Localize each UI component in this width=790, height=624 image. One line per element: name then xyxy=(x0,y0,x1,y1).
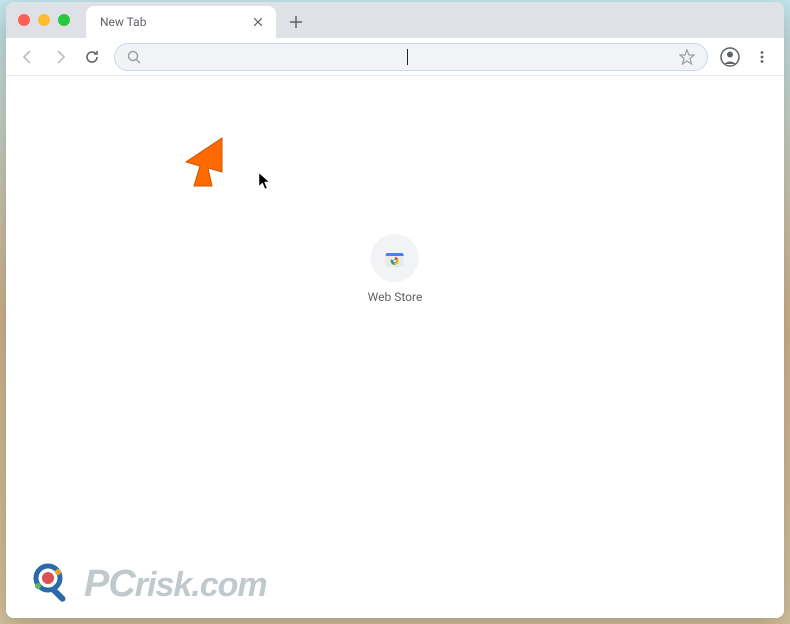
profile-button[interactable] xyxy=(716,43,744,71)
maximize-window-button[interactable] xyxy=(58,14,70,26)
tab-close-button[interactable] xyxy=(250,14,266,30)
new-tab-page: Web Store PCrisk.co xyxy=(6,76,784,618)
minimize-window-button[interactable] xyxy=(38,14,50,26)
new-tab-button[interactable] xyxy=(282,8,310,36)
back-button[interactable] xyxy=(14,43,42,71)
arrow-right-icon xyxy=(52,49,68,65)
web-store-icon xyxy=(383,246,407,270)
watermark-text-rest: risk.com xyxy=(135,566,267,604)
reload-button[interactable] xyxy=(78,43,106,71)
forward-button[interactable] xyxy=(46,43,74,71)
tab-title: New Tab xyxy=(100,15,146,29)
address-bar[interactable] xyxy=(114,43,708,71)
browser-tab[interactable]: New Tab xyxy=(86,6,276,38)
pointer-arrow-icon xyxy=(184,136,244,196)
shortcut-web-store[interactable]: Web Store xyxy=(368,234,423,304)
watermark-text: PCrisk.com xyxy=(84,563,267,606)
shortcut-label: Web Store xyxy=(368,290,423,304)
search-icon xyxy=(127,50,141,64)
browser-window: New Tab xyxy=(6,2,784,618)
reload-icon xyxy=(84,49,100,65)
close-icon xyxy=(254,18,262,26)
watermark-logo-icon xyxy=(30,560,78,608)
profile-icon xyxy=(720,47,740,67)
watermark-text-pc: PC xyxy=(84,563,135,605)
close-window-button[interactable] xyxy=(18,14,30,26)
watermark: PCrisk.com xyxy=(30,560,267,608)
shortcut-icon-container xyxy=(371,234,419,282)
bookmark-button[interactable] xyxy=(679,49,695,65)
star-icon xyxy=(679,49,695,65)
arrow-left-icon xyxy=(20,49,36,65)
kebab-icon xyxy=(755,50,769,64)
window-controls xyxy=(18,14,70,26)
cursor-icon xyxy=(258,172,272,190)
plus-icon xyxy=(290,16,302,28)
titlebar: New Tab xyxy=(6,2,784,38)
url-input[interactable] xyxy=(149,49,405,65)
menu-button[interactable] xyxy=(748,43,776,71)
toolbar xyxy=(6,38,784,76)
annotation-arrow xyxy=(184,136,244,200)
annotation-cursor xyxy=(258,172,272,194)
text-cursor xyxy=(407,49,408,65)
